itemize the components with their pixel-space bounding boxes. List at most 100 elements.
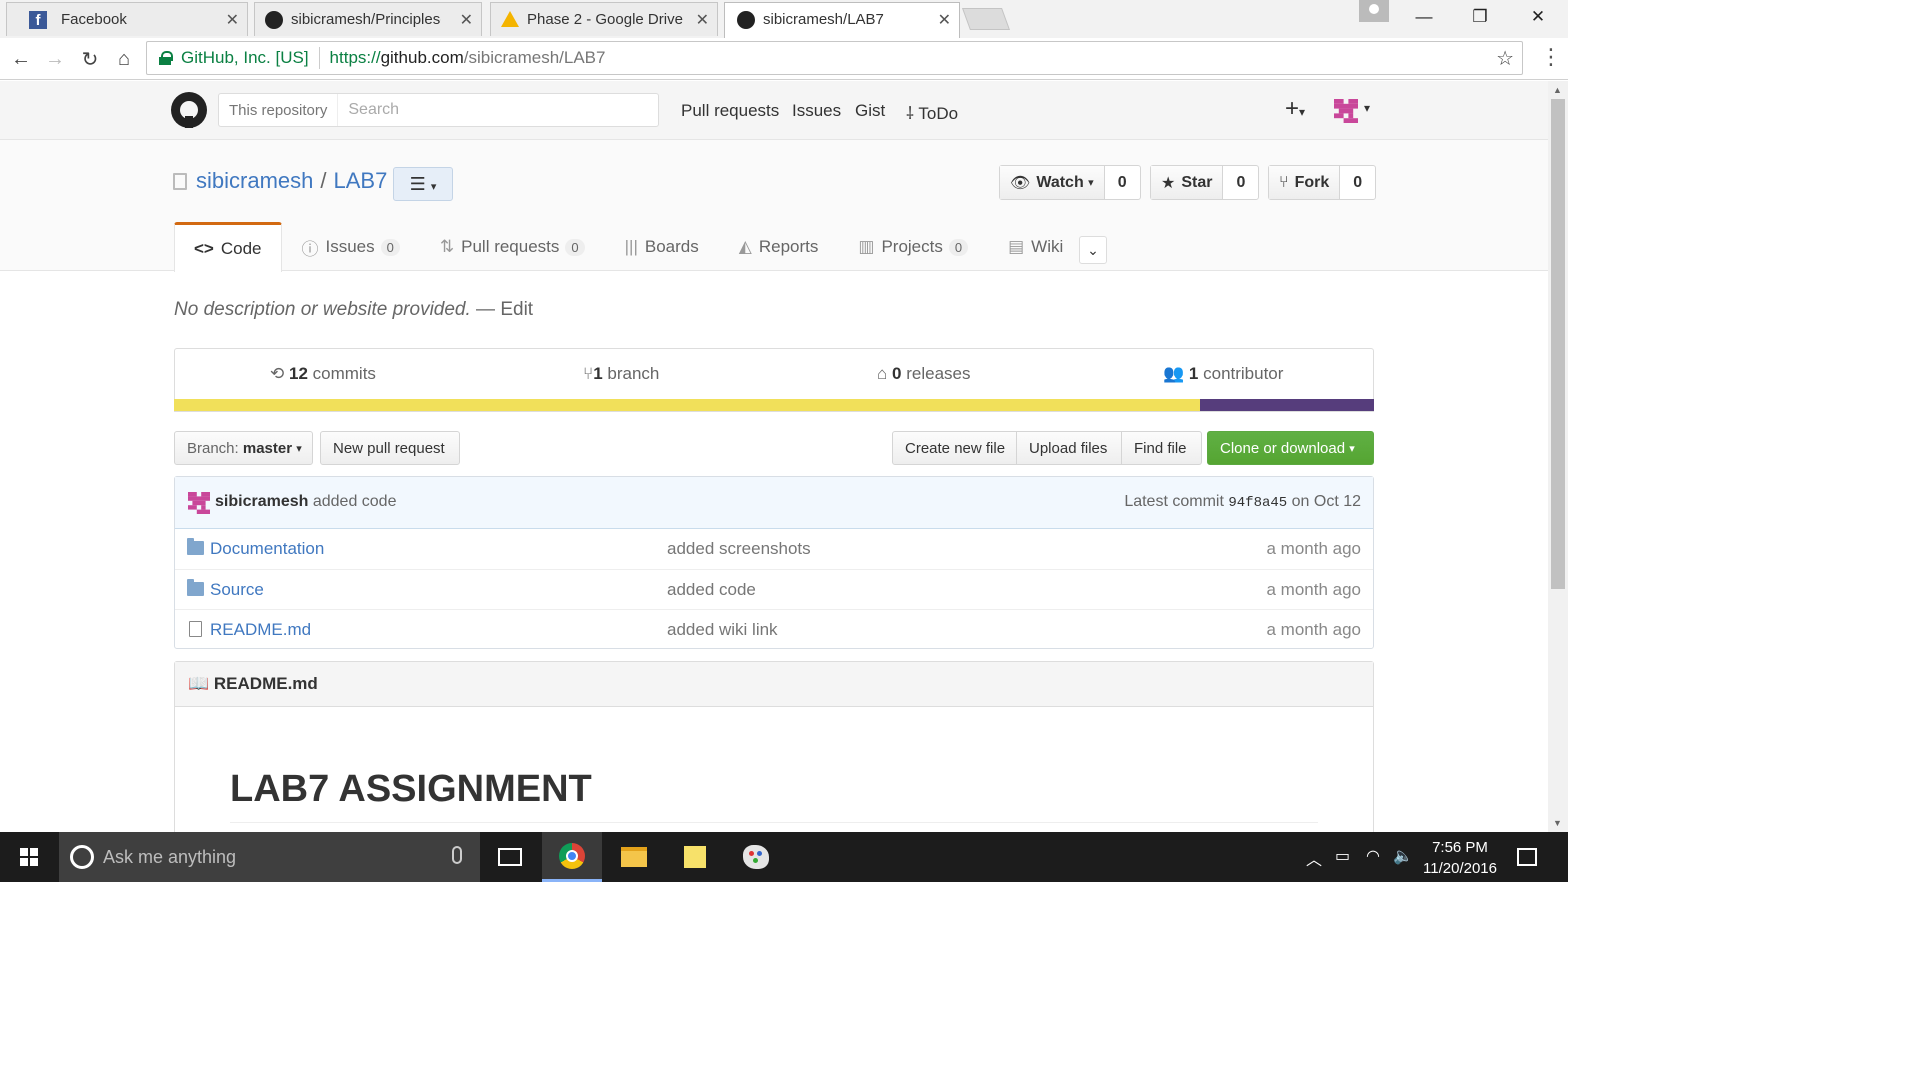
contributors-link[interactable]: 👥 1 contributor — [1163, 364, 1283, 384]
fork-count[interactable]: 0 — [1340, 166, 1375, 199]
divider — [318, 47, 320, 69]
commit-author-link[interactable]: sibicramesh — [215, 493, 308, 510]
clone-or-download-button[interactable]: Clone or download ▾ — [1207, 431, 1374, 465]
edit-description-link[interactable]: — Edit — [476, 299, 533, 320]
file-commit-message-link[interactable]: added code — [667, 580, 756, 600]
reload-icon[interactable]: ↻ — [75, 44, 105, 74]
taskbar-sticky-notes[interactable] — [665, 832, 725, 882]
bookmark-star-icon[interactable]: ☆ — [1496, 46, 1514, 71]
nav-gist[interactable]: Gist — [855, 101, 885, 121]
fork-button[interactable]: ⑂ Fork — [1269, 166, 1341, 199]
chrome-menu-icon[interactable]: ⋮ — [1540, 42, 1562, 72]
taskbar-paint[interactable] — [726, 832, 786, 882]
url-scheme: https:// — [329, 48, 381, 67]
find-file-button[interactable]: Find file — [1121, 431, 1202, 465]
minimize-icon[interactable]: — — [1396, 0, 1452, 34]
close-tab-icon[interactable]: ✕ — [460, 10, 473, 30]
commits-link[interactable]: ⟲ 12 commits — [270, 364, 376, 384]
browser-tab-facebook[interactable]: f Facebook ✕ — [6, 2, 248, 36]
back-icon[interactable]: ← — [6, 44, 36, 74]
nav-todo[interactable]: ⸸ ToDo — [906, 101, 958, 124]
repo-owner-link[interactable]: sibicramesh — [196, 168, 313, 194]
upload-files-button[interactable]: Upload files — [1016, 431, 1122, 465]
microphone-icon[interactable] — [452, 846, 462, 864]
releases-link[interactable]: ⌂ 0 releases — [877, 364, 970, 384]
nav-pull-requests[interactable]: Pull requests — [681, 101, 779, 121]
system-clock[interactable]: 7:56 PM 11/20/2016 — [1420, 837, 1500, 879]
browser-tab-principles[interactable]: sibicramesh/Principles-of ✕ — [254, 2, 482, 36]
commit-message-link[interactable]: added code — [313, 493, 397, 510]
star-button[interactable]: ★ Star — [1151, 166, 1224, 199]
forward-icon[interactable]: → — [40, 44, 70, 74]
browser-tab-google-drive[interactable]: Phase 2 - Google Drive ✕ — [490, 2, 718, 36]
scroll-down-icon[interactable]: ▼ — [1553, 818, 1562, 828]
browser-tab-lab7[interactable]: sibicramesh/LAB7 ✕ — [724, 2, 960, 39]
home-icon[interactable]: ⌂ — [109, 44, 139, 74]
tab-pull-requests[interactable]: ⇅ Pull requests 0 — [420, 222, 605, 271]
commit-sha-link[interactable]: 94f8a45 — [1228, 495, 1287, 511]
taskbar-chrome[interactable] — [542, 832, 602, 882]
start-button[interactable] — [0, 832, 58, 882]
address-bar[interactable]: GitHub, Inc. [US] https://github.com/sib… — [146, 41, 1523, 75]
tab-boards[interactable]: ||| Boards — [605, 222, 719, 271]
action-center-icon[interactable] — [1517, 848, 1537, 866]
star-button-group: ★ Star 0 — [1150, 165, 1260, 200]
windows-logo-icon — [20, 848, 38, 866]
url-path: /sibicramesh/LAB7 — [463, 48, 606, 67]
tab-issues[interactable]: ⓘ Issues 0 — [282, 222, 420, 271]
battery-icon[interactable]: ▭ — [1335, 846, 1350, 866]
file-commit-message-link[interactable]: added wiki link — [667, 620, 778, 640]
language-segment[interactable] — [1200, 399, 1374, 411]
file-row: Documentation added screenshots a month … — [175, 529, 1373, 569]
cortana-search-box[interactable]: Ask me anything — [59, 832, 480, 882]
github-logo-icon[interactable] — [171, 92, 207, 128]
tab-reports[interactable]: ◭ Reports — [719, 222, 839, 271]
avatar-dropdown-caret-icon[interactable]: ▾ — [1364, 101, 1370, 115]
user-avatar[interactable] — [1334, 99, 1358, 123]
windows-taskbar: Ask me anything ︿ ▭ ◠ 🔈 7:56 PM 11/20/20… — [0, 832, 1568, 882]
show-hidden-icons-chevron-icon[interactable]: ︿ — [1306, 846, 1322, 870]
file-commit-message-link[interactable]: added screenshots — [667, 539, 811, 559]
branches-link[interactable]: ⑂1 branch — [583, 364, 659, 384]
repo-name-link[interactable]: LAB7 — [334, 168, 388, 194]
clock-time: 7:56 PM — [1432, 839, 1488, 856]
site-search[interactable]: This repository — [218, 93, 659, 127]
star-count[interactable]: 0 — [1223, 166, 1258, 199]
repo-list-menu-button[interactable]: ☰ ▾ — [393, 167, 453, 201]
scrollbar-thumb[interactable] — [1551, 99, 1565, 589]
create-new-dropdown[interactable]: +▾ — [1285, 95, 1305, 123]
search-input[interactable] — [338, 101, 658, 119]
profile-icon[interactable] — [1359, 0, 1389, 22]
new-tab-button[interactable] — [961, 8, 1011, 30]
branch-select-button[interactable]: Branch: master ▾ — [174, 431, 313, 465]
file-name-link[interactable]: Documentation — [210, 539, 324, 559]
scroll-up-icon[interactable]: ▲ — [1553, 85, 1562, 95]
taskbar-file-explorer[interactable] — [604, 832, 664, 882]
more-tabs-chevron-icon[interactable]: ⌄ — [1079, 236, 1107, 264]
file-name-link[interactable]: Source — [210, 580, 264, 600]
new-pull-request-button[interactable]: New pull request — [320, 431, 460, 465]
language-segment[interactable] — [174, 399, 1200, 411]
ev-certificate-label[interactable]: GitHub, Inc. [US] — [181, 48, 309, 68]
author-avatar[interactable] — [188, 492, 210, 514]
tab-code[interactable]: <> Code — [174, 222, 282, 272]
page-scrollbar[interactable]: ▲ ▼ — [1548, 81, 1568, 832]
restore-icon[interactable]: ❐ — [1452, 0, 1508, 34]
close-tab-icon[interactable]: ✕ — [696, 10, 709, 30]
tab-projects[interactable]: ▥ Projects 0 — [838, 222, 988, 271]
close-tab-icon[interactable]: ✕ — [226, 10, 239, 30]
close-tab-icon[interactable]: ✕ — [938, 10, 951, 30]
file-name-link[interactable]: README.md — [210, 620, 311, 640]
branch-icon: ⑂ — [583, 364, 594, 383]
wifi-icon[interactable]: ◠ — [1366, 846, 1380, 866]
task-view-button[interactable] — [480, 832, 540, 882]
tab-wiki[interactable]: ▤ Wiki — [988, 222, 1083, 271]
create-new-file-button[interactable]: Create new file — [892, 431, 1018, 465]
volume-icon[interactable]: 🔈 — [1393, 846, 1413, 866]
language-bar[interactable] — [174, 399, 1374, 411]
watch-button[interactable]: 👁 Watch ▾ — [1000, 166, 1105, 199]
divider — [230, 822, 1318, 823]
close-window-icon[interactable]: ✕ — [1510, 0, 1566, 34]
watch-count[interactable]: 0 — [1105, 166, 1140, 199]
nav-issues[interactable]: Issues — [792, 101, 841, 121]
